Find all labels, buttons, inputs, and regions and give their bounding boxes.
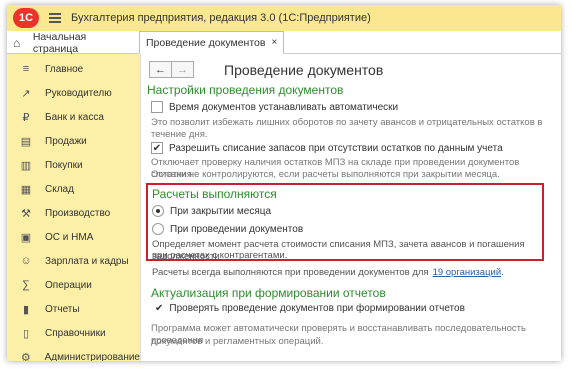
- sidebar-item-label: ОС и НМА: [45, 231, 94, 243]
- organizations-link[interactable]: 19 организаций: [433, 267, 502, 278]
- always-posting-text: Расчеты всегда выполняются при проведени…: [152, 267, 429, 278]
- auto-time-label[interactable]: Время документов устанавливать автоматич…: [169, 102, 398, 113]
- radio-close-month-label[interactable]: При закрытии месяца: [170, 206, 271, 217]
- menu-icon: ≡: [22, 63, 30, 75]
- allow-writeoff-label[interactable]: Разрешить списание запасов при отсутстви…: [169, 143, 503, 154]
- tab-bar: ⌂ Начальная страница Проведение документ…: [7, 30, 561, 55]
- sidebar-item-assets[interactable]: ▣ ОС и НМА: [7, 225, 140, 249]
- sidebar-item-catalogs[interactable]: ▯ Справочники: [7, 321, 140, 345]
- title-bar: 1С Бухгалтерия предприятия, редакция 3.0…: [7, 5, 561, 31]
- cart-icon: ▤: [20, 135, 32, 148]
- sidebar-item-reports[interactable]: ▮ Отчеты: [7, 297, 140, 321]
- section-title-calculations: Расчеты выполняются: [152, 187, 277, 201]
- radio-posting-label[interactable]: При проведении документов: [170, 224, 303, 235]
- radio-close-month-row[interactable]: При закрытии месяца: [152, 205, 271, 217]
- section-title-settings: Настройки проведения документов: [147, 83, 344, 97]
- main-menu-icon[interactable]: [49, 13, 61, 23]
- close-icon[interactable]: ×: [271, 37, 277, 48]
- radio-selected-dot: [156, 209, 160, 213]
- check-posting-row[interactable]: ✔ Проверять проведение документов при фо…: [155, 303, 465, 314]
- gear-icon: ⚙: [20, 351, 31, 362]
- bank-icon: ₽: [22, 111, 30, 124]
- section-title-actualization: Актуализация при формировании отчетов: [151, 286, 386, 300]
- calculations-note-2: при расчетах с контрагентами.: [152, 250, 288, 261]
- sidebar-item-bank[interactable]: ₽ Банк и касса: [7, 105, 140, 129]
- window-title: Бухгалтерия предприятия, редакция 3.0 (1…: [71, 12, 371, 24]
- sidebar-item-label: Главное: [45, 63, 84, 75]
- sidebar-item-purchases[interactable]: ▥ Покупки: [7, 153, 140, 177]
- operations-icon: ∑: [22, 279, 30, 291]
- sidebar-item-warehouse[interactable]: ▦ Склад: [7, 177, 140, 201]
- allow-writeoff-note-2: Остатки не контролируются, если расчеты …: [151, 169, 500, 180]
- trend-icon: ↗: [21, 87, 31, 100]
- radio-posting-row[interactable]: При проведении документов: [152, 223, 303, 235]
- checkmark-icon: ✔: [152, 142, 162, 154]
- sidebar-item-label: Операции: [45, 279, 92, 291]
- tab-home-label: Начальная страница: [32, 30, 87, 55]
- sidebar-item-label: Отчеты: [45, 303, 80, 315]
- check-posting-label[interactable]: Проверять проведение документов при форм…: [169, 303, 465, 314]
- factory-icon: ⚒: [21, 207, 31, 220]
- sidebar-item-label: Руководителю: [45, 87, 112, 99]
- tab-document-posting[interactable]: Проведение документов ×: [139, 31, 285, 54]
- sidebar-item-admin[interactable]: ⚙ Администрирование: [7, 345, 140, 362]
- tab-home[interactable]: ⌂ Начальная страница: [7, 30, 139, 55]
- home-icon: ⌂: [13, 35, 21, 50]
- sidebar-item-label: Зарплата и кадры: [45, 255, 129, 267]
- sidebar-item-label: Справочники: [45, 327, 106, 339]
- sidebar-item-sales[interactable]: ▤ Продажи: [7, 129, 140, 153]
- people-icon: ☺: [20, 255, 32, 267]
- sidebar-item-manager[interactable]: ↗ Руководителю: [7, 81, 140, 105]
- sidebar-item-label: Банк и касса: [45, 111, 104, 123]
- sidebar: ≡ Главное ↗ Руководителю ₽ Банк и касса …: [7, 54, 141, 361]
- allow-writeoff-row[interactable]: ✔ Разрешить списание запасов при отсутст…: [151, 142, 503, 154]
- back-button[interactable]: ←: [149, 61, 172, 78]
- allow-writeoff-checkbox[interactable]: ✔: [151, 142, 163, 154]
- sidebar-item-production[interactable]: ⚒ Производство: [7, 201, 140, 225]
- always-posting-end: .: [501, 267, 504, 278]
- auto-time-checkbox[interactable]: [151, 101, 163, 113]
- tab-document-posting-label: Проведение документов: [146, 36, 266, 49]
- sidebar-item-label: Продажи: [45, 135, 87, 147]
- warehouse-icon: ▦: [20, 183, 32, 196]
- sidebar-item-operations[interactable]: ∑ Операции: [7, 273, 140, 297]
- page-title: Проведение документов: [224, 61, 384, 78]
- sidebar-item-label: Администрирование: [44, 351, 140, 362]
- sidebar-item-salary[interactable]: ☺ Зарплата и кадры: [7, 249, 140, 273]
- sidebar-item-label: Производство: [45, 207, 111, 219]
- app-window: 1С Бухгалтерия предприятия, редакция 3.0…: [7, 5, 561, 361]
- books-icon: ▯: [22, 327, 30, 340]
- radio-posting[interactable]: [152, 223, 164, 235]
- auto-time-row[interactable]: Время документов устанавливать автоматич…: [151, 101, 398, 113]
- sidebar-item-label: Склад: [45, 183, 74, 195]
- sidebar-item-main[interactable]: ≡ Главное: [7, 57, 140, 81]
- reports-icon: ▮: [22, 303, 30, 316]
- app-logo: 1С: [13, 8, 39, 28]
- forward-button[interactable]: →: [171, 61, 194, 78]
- always-posting-row: Расчеты всегда выполняются при проведени…: [152, 267, 504, 278]
- radio-close-month[interactable]: [152, 205, 164, 217]
- nav-row: ← → Проведение документов: [149, 61, 383, 78]
- sidebar-item-label: Покупки: [45, 159, 83, 171]
- main-content: ← → Проведение документов Настройки пров…: [141, 54, 561, 361]
- actualization-note-2: документов и регламентных операций.: [151, 336, 324, 347]
- assets-icon: ▣: [20, 231, 32, 244]
- auto-time-note: Это позволит избежать лишних оборотов по…: [151, 117, 543, 140]
- checkmark-icon[interactable]: ✔: [155, 303, 163, 314]
- basket-icon: ▥: [20, 159, 32, 172]
